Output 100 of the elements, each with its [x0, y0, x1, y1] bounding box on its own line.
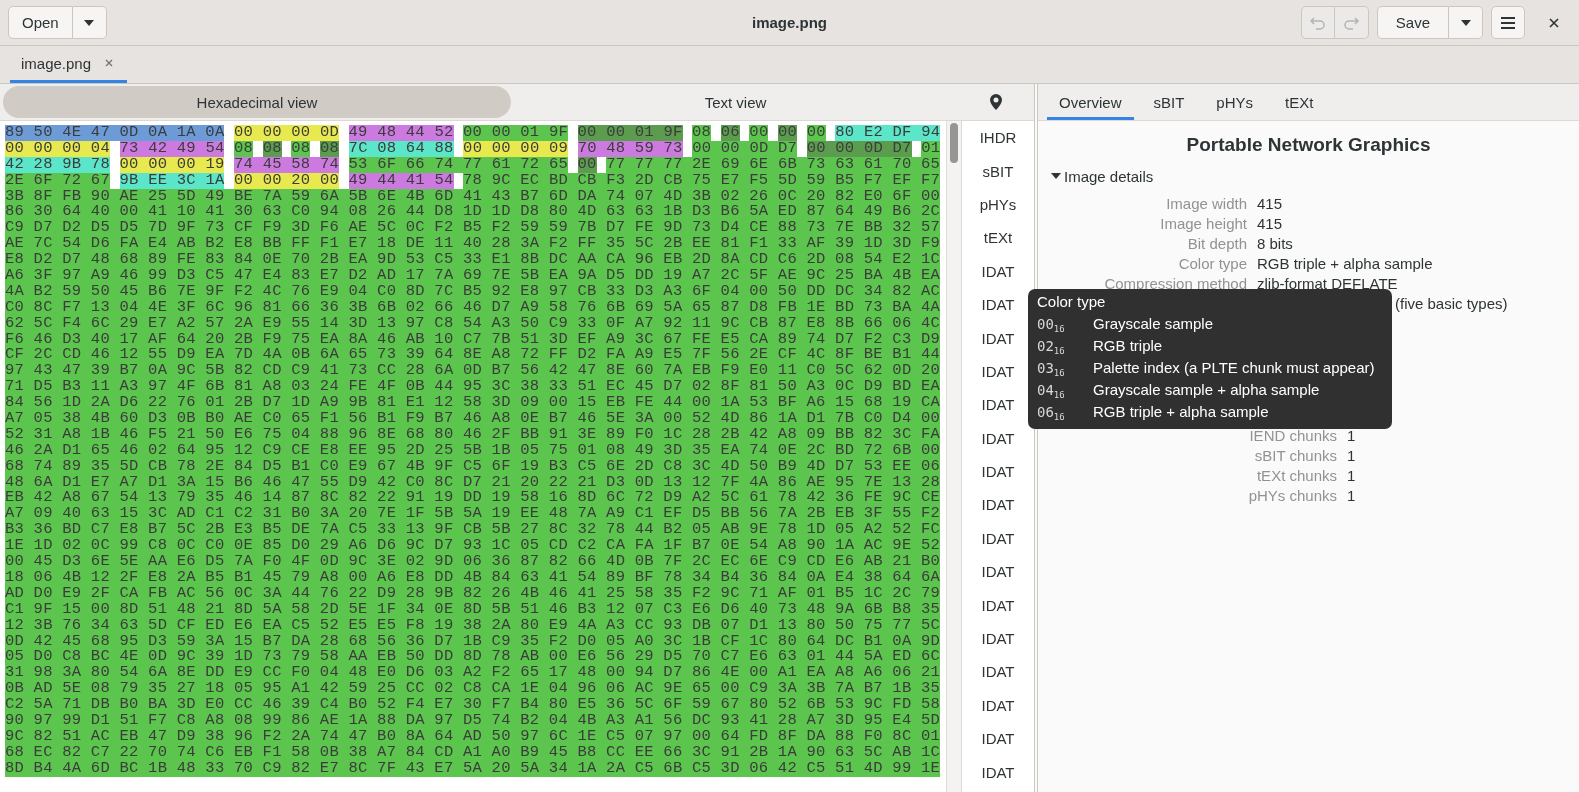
- property-label: Compression method: [1103, 274, 1247, 294]
- chunk-list-item[interactable]: sBIT: [962, 154, 1034, 188]
- property-value: 1: [1347, 446, 1357, 466]
- tooltip-title: Color type: [1037, 292, 1107, 312]
- property-value: 1: [1347, 486, 1357, 506]
- property-label: Image width: [1165, 194, 1247, 214]
- hex-bytes: 00 00 01 9F: [577, 125, 683, 141]
- code-description: Grayscale sample + alpha sample: [1093, 380, 1321, 400]
- redo-icon: [1343, 15, 1360, 30]
- chunk-list-item[interactable]: IDAT: [962, 755, 1034, 789]
- close-icon: [1549, 17, 1559, 28]
- inspector-tab[interactable]: tEXt: [1273, 84, 1326, 120]
- hex-bytes: 06: [720, 125, 740, 141]
- code-label: 06$_{16}$: [1037, 403, 1066, 423]
- hex-bytes: 86 30 64 40 00 41 10 41 30 63 C0 94 08 26 44 D8 1D 1D D8 80 4D 63 63 1B D3 B6 5A ED 87 64 49 B6 2C: [5, 204, 941, 221]
- hex-bytes: 05 D0 C8 BC 4E 0D 9C 39 1D 73 79 58 AA EB 50 DD 8D 78 AB 00 E6 56 29 D5 70 C7 E6 63 01 44 5A ED 6C: [5, 649, 941, 666]
- hex-bytes: A7 09 40 63 15 3C AD C1 C2 31 B0 3A 20 7E 1F 5B 5A 19 EE 48 7A A9 C1 EF D5 BB 56 7A 2B EB 3F 55 F2: [5, 506, 941, 523]
- dropdown-button[interactable]: [72, 6, 107, 39]
- hex-bytes: C9 D7 D2 D5 D5 7D 9F 73 CF F9 3D F6 AE 5C 0C F2 B5 F2 59 59 7B D7 FE 9D 73 D4 CE 88 73 7E BB 32 57: [5, 220, 941, 237]
- hex-bytes: 00 00 0D D7: [692, 140, 798, 157]
- hex-bytes: 00 00 00 0D: [234, 125, 339, 141]
- chunk-list-item[interactable]: pHYs: [962, 187, 1034, 222]
- code-label: 02$_{16}$: [1037, 337, 1066, 357]
- undo-icon: [1309, 15, 1326, 30]
- code-description: RGB triple + alpha sample: [1093, 402, 1270, 422]
- hex-bytes: 97 43 47 39 B7 0A 9C 5B 82 CD C9 41 73 CC 28 6A 0D B7 56 42 47 8E 60 7A EB F9 E0 11 C0 5C 62 0D 20: [5, 363, 941, 380]
- code-label: 04$_{16}$: [1037, 381, 1066, 401]
- property-label: Color type: [1177, 254, 1247, 274]
- close-tab-button[interactable]: [105, 59, 114, 67]
- property-label: sBIT chunks: [1253, 446, 1337, 466]
- section-header[interactable]: Image details: [1051, 164, 1579, 188]
- open-button[interactable]: Open: [8, 6, 73, 39]
- scrollbar-thumb[interactable]: [950, 123, 958, 163]
- chunk-list-item[interactable]: IDAT: [962, 555, 1034, 589]
- hex-bytes: CF 2C CD 46 12 55 D9 EA 7D 4A 0B 6A 65 73 39 64 8E A8 72 FF D2 FA A9 E5 7F 56 2E CF 4C 8F BE B1 44: [5, 347, 941, 364]
- chunk-list-item[interactable]: IDAT: [962, 722, 1034, 756]
- property-label: pHYs chunks: [1247, 486, 1337, 506]
- section-title: Image details: [1064, 167, 1154, 185]
- chunk-list-item[interactable]: IDAT: [962, 688, 1034, 723]
- hex-bytes: 71 D5 B3 11 A3 97 4F 6B 81 A8 03 24 FE 4F 0B 44 95 3C 38 33 51 EC 45 D7 02 8F 81 50 A3 0C D9 BD EA: [5, 379, 941, 396]
- property-value: 415: [1257, 214, 1284, 234]
- chunk-list-item[interactable]: IHDR: [962, 121, 1034, 155]
- hex-bytes: 00: [806, 125, 826, 141]
- property-label: Bit depth: [1186, 234, 1247, 254]
- chunk-list-item[interactable]: IDAT: [962, 254, 1034, 288]
- hex-bytes: E8 D2 D7 48 68 89 FE 83 84 0E 70 2B EA 9D 53 C5 33 E1 8B DC AA CA 96 EB 2D 8A CD C6 2D 08 54 E2 1C: [5, 252, 941, 268]
- caret-icon: [1459, 18, 1472, 27]
- code-description: Palette index (a PLTE chunk must appear): [1093, 358, 1376, 378]
- property-label: tEXt chunks: [1255, 466, 1337, 486]
- code-label: 00$_{16}$: [1037, 315, 1066, 335]
- close-icon: [105, 59, 114, 67]
- hex-bytes: 00: [749, 125, 769, 141]
- chunk-list-item[interactable]: IDAT: [962, 488, 1034, 522]
- hex-bytes: AE 7C 54 D6 FA E4 AB B2 E8 BB FF F1 E7 18 DE 11 40 28 3A F2 FF 35 5C 2B EE 81 F1 33 AF 39 1D 3D F9: [5, 236, 941, 253]
- hex-bytes: EB 42 A8 67 54 13 79 35 46 14 87 8C 82 22 91 19 DD 19 58 16 8D 6C 72 D9 A2 5C 61 78 42 36 FE 9C CE: [5, 490, 941, 507]
- property-value: (five basic types): [1395, 295, 1508, 312]
- chunk-list-item[interactable]: IDAT: [962, 621, 1034, 656]
- chunk-list-item[interactable]: tEXt: [962, 221, 1034, 255]
- property-value: 415: [1257, 194, 1284, 214]
- hex-bytes: 00 00 01 9F: [463, 125, 568, 141]
- hex-bytes: 80 E2 DF 94: [835, 125, 941, 141]
- chunk-list-item[interactable]: IDAT: [962, 454, 1034, 489]
- hex-bytes: A6 3F 97 A9 46 99 D3 C5 47 E4 83 E7 D2 AD 17 7A 69 7E 5B EA 9A D5 DD 19 A7 2C 5F AE 9C 25 BA 4B EA: [5, 268, 941, 284]
- chunk-list-item[interactable]: IDAT: [962, 588, 1034, 622]
- format-title: Portable Network Graphics: [1185, 134, 1432, 156]
- hex-bytes: 49 48 44 52: [348, 125, 454, 141]
- hex-bytes: B3 36 BD C7 E8 B7 5C 2B E3 B5 DE 7A C5 33 13 9F CB 5B 27 8C 32 78 44 B2 05 AB 9E 78 1D 05 A2 52 FC: [5, 522, 941, 539]
- property-value: 1: [1347, 466, 1357, 486]
- menu-button[interactable]: [1491, 6, 1525, 39]
- view-toggle[interactable]: Text view: [511, 86, 960, 118]
- inspector-tab[interactable]: sBIT: [1141, 84, 1197, 120]
- hex-bytes: 08: [692, 125, 712, 141]
- view-toggle[interactable]: Hexadecimal view: [3, 86, 511, 118]
- code-label: 03$_{16}$: [1037, 359, 1066, 379]
- caret-icon: [83, 18, 96, 27]
- hex-bytes: 00 45 D3 6E 5E AA E6 D5 7A F0 4F 0D 9C 3E 02 9D 06 36 87 82 66 4D 0B 7F 2C EC 6E C9 CD E6 AB 21 B0: [5, 554, 941, 570]
- property-label: Image height: [1159, 214, 1247, 234]
- property-value: 8 bits: [1257, 234, 1294, 254]
- property-value: zlib-format DEFLATE: [1257, 274, 1399, 294]
- save-button[interactable]: Save: [1376, 6, 1449, 39]
- property-label: IEND chunks: [1248, 426, 1337, 446]
- hex-bytes: 0B AD 5E 08 79 35 27 18 05 95 A1 42 59 25 CC 02 C8 CA 1E 04 96 06 AC 9E 65 00 C9 3A 3B 7A B7 1B 35: [5, 681, 941, 698]
- location-pin-icon: [990, 94, 1002, 110]
- chunk-list-item[interactable]: IDAT: [962, 521, 1034, 556]
- code-description: RGB triple: [1093, 336, 1164, 356]
- property-value: RGB triple + alpha sample: [1257, 254, 1434, 274]
- hex-bytes: 84 56 1D 2A D6 22 76 01 2B D7 1D A9 9B 81 E1 12 58 3D 09 00 15 EB FE 44 00 1A 53 BF A6 15 68 19 CA: [5, 395, 941, 412]
- hex-bytes: 31 98 3A 80 54 6A 8E DD E9 CC F0 04 48 E0 D6 03 A2 F2 65 17 48 00 94 D7 86 4E 00 A1 EA A8 A6 06 21: [5, 665, 941, 682]
- inspector-tab[interactable]: pHYs: [1204, 84, 1266, 120]
- hex-bytes: C2 5A 71 DB B0 BA 3D E0 CC 46 39 C4 B0 52 F4 E7 30 F7 B4 80 E5 36 5C 6F 59 67 80 52 6B 53 9C FD 58: [5, 697, 941, 713]
- tab-label: image.png: [21, 54, 92, 72]
- hex-bytes: 89 50 4E 47 0D 0A 1A 0A: [5, 125, 225, 141]
- chunk-list-item[interactable]: IDAT: [962, 421, 1034, 455]
- menu-icon: [1501, 16, 1515, 29]
- chunk-list-item[interactable]: IDAT: [962, 655, 1034, 689]
- hex-bytes: 74 45 58 74: [234, 156, 339, 173]
- property-value: 1: [1347, 426, 1357, 446]
- hex-bytes: 00: [778, 125, 798, 141]
- code-description: Grayscale sample: [1093, 314, 1215, 334]
- dropdown-button[interactable]: [1449, 6, 1483, 39]
